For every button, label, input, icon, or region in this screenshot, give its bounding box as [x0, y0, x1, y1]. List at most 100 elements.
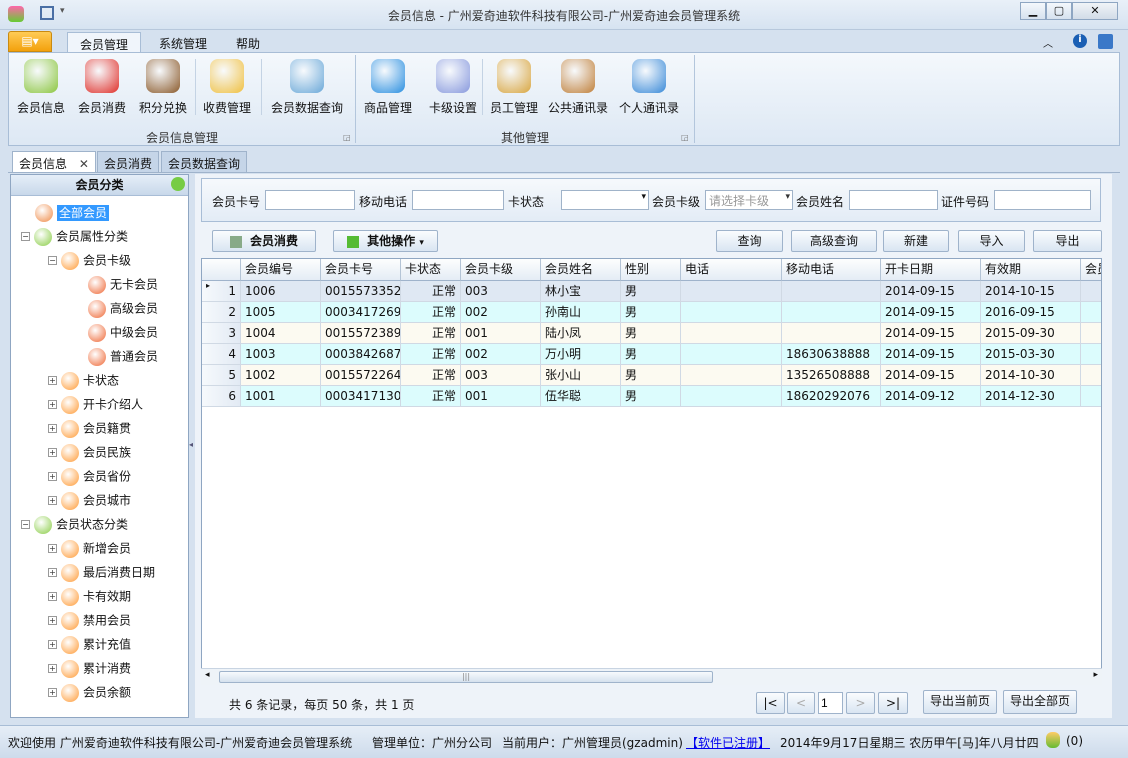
ribbon-tab-member[interactable]: 会员管理	[67, 32, 142, 53]
ribbon-button-4[interactable]: 会员数据查询	[265, 57, 349, 117]
tree-node[interactable]: + 禁用会员	[21, 608, 186, 632]
query-button[interactable]: 查询	[716, 230, 783, 252]
tree-node[interactable]: − 会员状态分类	[21, 512, 186, 536]
column-header[interactable]	[202, 259, 241, 281]
export-button[interactable]: 导出	[1033, 230, 1102, 252]
tree-node[interactable]: + 会员城市	[21, 488, 186, 512]
column-header[interactable]: 移动电话	[782, 259, 881, 281]
expand-icon[interactable]: +	[48, 496, 57, 505]
column-header[interactable]: 开卡日期	[881, 259, 981, 281]
new-button[interactable]: 新建	[883, 230, 949, 252]
ribbon-button-7[interactable]: 员工管理	[487, 57, 541, 117]
tree-node[interactable]: 中级会员	[21, 320, 186, 344]
help-book-icon[interactable]	[1098, 34, 1113, 49]
group-launcher-icon[interactable]: ◲	[681, 133, 689, 142]
registered-link[interactable]: 【软件已注册】	[686, 734, 770, 751]
ribbon-button-3[interactable]: 收费管理	[199, 57, 255, 117]
ribbon-button-9[interactable]: 个人通讯录	[617, 57, 681, 117]
page-number-input[interactable]	[818, 692, 843, 714]
expand-icon[interactable]: +	[48, 616, 57, 625]
expand-icon[interactable]: +	[48, 688, 57, 697]
ribbon-button-5[interactable]: 商品管理	[361, 57, 415, 117]
info-icon[interactable]: i	[1073, 34, 1087, 48]
column-header[interactable]: 会员	[1081, 259, 1101, 281]
export-current-page-button[interactable]: 导出当前页	[923, 690, 997, 714]
horizontal-scrollbar[interactable]: ◂ ||| ▸	[201, 668, 1102, 685]
tree-node[interactable]: 普通会员	[21, 344, 186, 368]
expand-icon[interactable]: +	[48, 448, 57, 457]
advanced-query-button[interactable]: 高级查询	[791, 230, 877, 252]
import-button[interactable]: 导入	[958, 230, 1025, 252]
tree-node[interactable]: + 累计消费	[21, 656, 186, 680]
table-row[interactable]: 2015-03-30 2014-09-15 18630638888 男万小明 002 正常…	[202, 344, 1101, 365]
expand-icon[interactable]: +	[48, 472, 57, 481]
expand-icon[interactable]: +	[48, 664, 57, 673]
ribbon-button-2[interactable]: 积分兑换	[135, 57, 191, 117]
column-header[interactable]: 会员姓名	[541, 259, 621, 281]
tree-node[interactable]: + 卡有效期	[21, 584, 186, 608]
column-header[interactable]: 会员编号	[241, 259, 321, 281]
tree-node[interactable]: + 会员省份	[21, 464, 186, 488]
card-no-input[interactable]	[265, 190, 355, 210]
online-users-icon[interactable]	[1046, 732, 1060, 748]
minimize-button[interactable]: ▁	[1020, 2, 1046, 20]
card-level-select[interactable]: 请选择卡级 ▾	[705, 190, 793, 210]
tree-settings-icon[interactable]	[171, 177, 185, 191]
tree-node[interactable]: + 最后消费日期	[21, 560, 186, 584]
column-header[interactable]: 卡状态	[401, 259, 461, 281]
column-header[interactable]: 有效期	[981, 259, 1081, 281]
expand-icon[interactable]: +	[48, 544, 57, 553]
collapse-icon[interactable]: −	[21, 232, 30, 241]
tree-node[interactable]: 全部会员	[21, 200, 186, 224]
maximize-button[interactable]: ▢	[1046, 2, 1072, 20]
ribbon-button-6[interactable]: 卡级设置	[427, 57, 479, 117]
app-menu-button[interactable]: ▤▾	[8, 31, 52, 52]
member-consume-button[interactable]: 会员消费	[212, 230, 316, 252]
ribbon-button-0[interactable]: 会员信息	[13, 57, 69, 117]
column-header[interactable]: 会员卡号	[321, 259, 401, 281]
tree-node[interactable]: + 会员余额	[21, 680, 186, 704]
last-page-button[interactable]: >|	[878, 692, 908, 714]
tree-node[interactable]: + 新增会员	[21, 536, 186, 560]
doc-tab-data-query[interactable]: 会员数据查询	[161, 151, 248, 173]
table-row[interactable]: 2015-09-30 2014-09-15 男陆小凤 001 正常 0015572389 1…	[202, 323, 1101, 344]
column-header[interactable]: 性别	[621, 259, 681, 281]
collapse-icon[interactable]: −	[48, 256, 57, 265]
ribbon-tab-system[interactable]: 系统管理	[147, 32, 219, 53]
tree-node[interactable]: − 会员属性分类	[21, 224, 186, 248]
scrollbar-thumb[interactable]: |||	[219, 671, 713, 683]
table-row[interactable]: 2014-12-30 2014-09-12 18620292076 男伍华聪 001 正常…	[202, 386, 1101, 407]
ribbon-tab-help[interactable]: 帮助	[224, 32, 272, 53]
export-all-pages-button[interactable]: 导出全部页	[1003, 690, 1077, 714]
other-operations-button[interactable]: 其他操作 ▾	[333, 230, 438, 252]
card-status-select[interactable]: ▾	[561, 190, 649, 210]
id-no-input[interactable]	[994, 190, 1091, 210]
tree-node[interactable]: + 卡状态	[21, 368, 186, 392]
doc-tab-member-info[interactable]: 会员信息 ✕	[12, 151, 96, 173]
expand-icon[interactable]: +	[48, 640, 57, 649]
column-header[interactable]: 会员卡级	[461, 259, 541, 281]
tree-node[interactable]: 无卡会员	[21, 272, 186, 296]
collapse-icon[interactable]: −	[21, 520, 30, 529]
expand-icon[interactable]: +	[48, 424, 57, 433]
first-page-button[interactable]: |<	[756, 692, 785, 714]
table-row[interactable]: 2014-10-30 2014-09-15 13526508888 男张小山 003 正常…	[202, 365, 1101, 386]
next-page-button[interactable]: >	[846, 692, 875, 714]
tree-node[interactable]: + 累计充值	[21, 632, 186, 656]
mobile-input[interactable]	[412, 190, 504, 210]
name-input[interactable]	[849, 190, 938, 210]
expand-icon[interactable]: +	[48, 592, 57, 601]
doc-tab-member-consume[interactable]: 会员消费	[97, 151, 160, 173]
expand-icon[interactable]: +	[48, 376, 57, 385]
tree-node[interactable]: + 会员民族	[21, 440, 186, 464]
column-header[interactable]: 电话	[681, 259, 782, 281]
expand-icon[interactable]: +	[48, 400, 57, 409]
tree-node[interactable]: − 会员卡级	[21, 248, 186, 272]
expand-icon[interactable]: +	[48, 568, 57, 577]
group-launcher-icon[interactable]: ◲	[343, 133, 351, 142]
tree-node[interactable]: + 开卡介绍人	[21, 392, 186, 416]
ribbon-button-8[interactable]: 公共通讯录	[547, 57, 609, 117]
ribbon-button-1[interactable]: 会员消费	[73, 57, 131, 117]
table-row[interactable]: 2014-10-15 2014-09-15 男林小宝 003 正常 0015573352 1…	[202, 281, 1101, 302]
prev-page-button[interactable]: <	[787, 692, 815, 714]
